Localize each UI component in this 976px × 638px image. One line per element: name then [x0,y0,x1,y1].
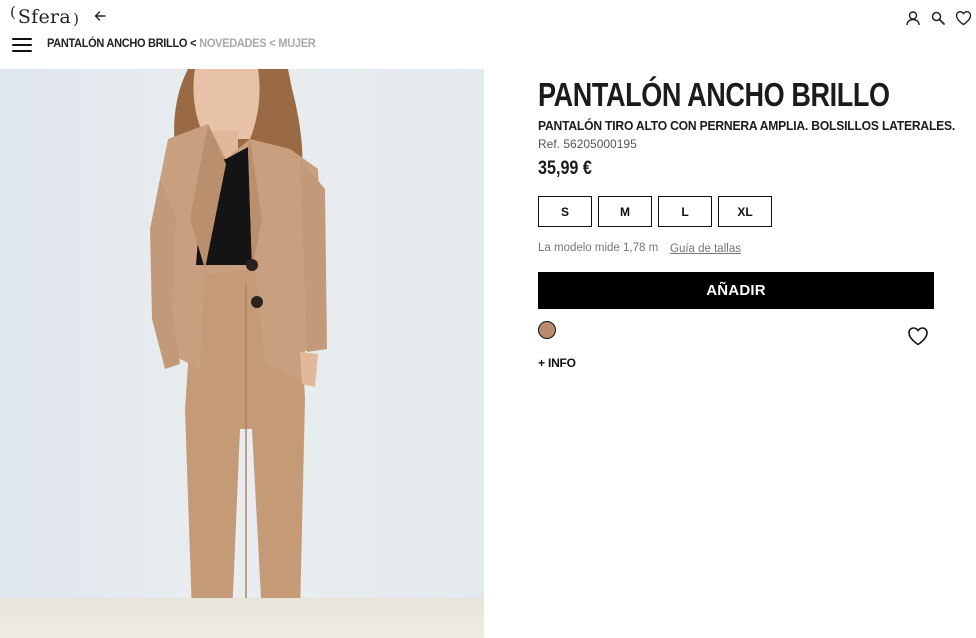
product-image[interactable] [0,69,484,638]
breadcrumb-separator: < [190,37,197,51]
model-photo [150,69,327,638]
color-swatch[interactable] [538,321,556,339]
menu-icon[interactable] [12,38,32,52]
logo-paren-right: ) [73,10,79,28]
sfera-logo[interactable]: ( Sfera ) [10,3,79,31]
logo-text: Sfera [17,6,72,28]
breadcrumb-item-mujer[interactable]: MUJER [278,38,315,51]
size-selector: S M L XL [538,196,772,227]
more-info-toggle[interactable]: + INFO [538,356,576,370]
breadcrumb: PANTALÓN ANCHO BRILLO < NOVEDADES < MUJER [47,37,316,51]
logo-paren-left: ( [10,3,16,21]
size-button-m[interactable]: M [598,196,652,227]
product-subtitle: PANTALÓN TIRO ALTO CON PERNERA AMPLIA. B… [538,118,956,133]
model-height-info: La modelo mide 1,78 m [538,242,659,254]
heart-icon[interactable] [955,10,972,26]
product-title: PANTALÓN ANCHO BRILLO [538,76,890,113]
wishlist-heart-icon[interactable] [907,326,929,346]
add-to-cart-button[interactable]: AÑADIR [538,272,934,309]
product-ref: Ref. 56205000195 [538,137,637,151]
floor [0,598,484,638]
product-price: 35,99 € [538,158,592,179]
breadcrumb-separator: < [269,37,276,51]
size-button-l[interactable]: L [658,196,712,227]
size-button-xl[interactable]: XL [718,196,772,227]
breadcrumb-current: PANTALÓN ANCHO BRILLO [47,37,188,51]
search-icon[interactable] [930,10,946,26]
size-guide-link[interactable]: Guía de tallas [670,243,741,255]
user-icon[interactable] [905,10,921,26]
back-arrow-icon[interactable] [93,9,107,23]
header-actions [905,10,972,26]
breadcrumb-item-novedades[interactable]: NOVEDADES [199,38,266,51]
size-button-s[interactable]: S [538,196,592,227]
